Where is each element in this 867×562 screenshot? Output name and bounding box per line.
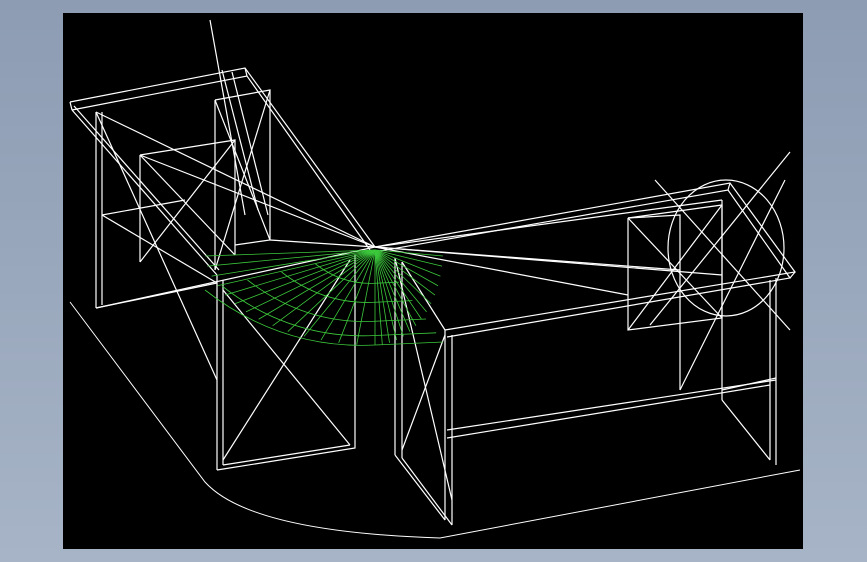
cad-viewport[interactable]: [63, 13, 803, 549]
desk-wireframe: [69, 19, 801, 539]
fan-ray: [225, 249, 376, 296]
right-wing: [374, 151, 797, 525]
fan-ray: [374, 249, 422, 320]
fan-ray: [303, 249, 376, 337]
fan-ray: [245, 249, 376, 313]
corner-arc-fan: [204, 249, 444, 346]
fan-ray: [258, 249, 376, 320]
fan-ray: [374, 249, 404, 337]
corner-legs: [216, 255, 453, 526]
